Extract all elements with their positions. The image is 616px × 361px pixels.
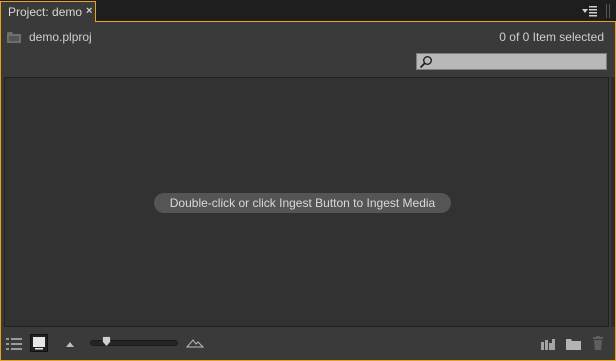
panel-menu-icon[interactable] <box>578 2 600 20</box>
project-panel: Project: demo × demo.plproj 0 of 0 Item … <box>0 0 616 361</box>
search-input[interactable] <box>434 54 604 69</box>
selection-status: 0 of 0 Item selected <box>499 30 604 44</box>
trash-icon[interactable] <box>592 336 604 350</box>
tab-label: Project: demo <box>8 5 83 19</box>
new-bin-folder-icon[interactable] <box>566 338 581 350</box>
panel-grip-icon[interactable] <box>604 2 612 20</box>
zoom-out-small-mountain-icon[interactable] <box>64 340 76 348</box>
media-browser-area[interactable]: Double-click or click Ingest Button to I… <box>4 77 609 327</box>
empty-state-hint: Double-click or click Ingest Button to I… <box>154 193 451 213</box>
icon-view-icon <box>33 337 45 350</box>
zoom-in-large-mountain-icon[interactable] <box>186 339 204 348</box>
search-box[interactable] <box>416 53 607 70</box>
tab-frame-join <box>1 21 95 22</box>
automate-to-sequence-icon[interactable] <box>541 338 555 350</box>
tab-project[interactable]: Project: demo × <box>0 1 96 22</box>
project-name: demo.plproj <box>29 30 92 44</box>
list-view-icon[interactable] <box>6 337 24 351</box>
vertical-scrollbar[interactable] <box>611 77 615 327</box>
panel-tab-bar: Project: demo × <box>0 0 616 22</box>
search-icon <box>419 56 432 69</box>
close-icon[interactable]: × <box>86 5 92 17</box>
icon-view-button[interactable] <box>30 334 48 352</box>
project-folder-icon <box>7 32 21 43</box>
slider-thumb[interactable] <box>101 336 111 347</box>
